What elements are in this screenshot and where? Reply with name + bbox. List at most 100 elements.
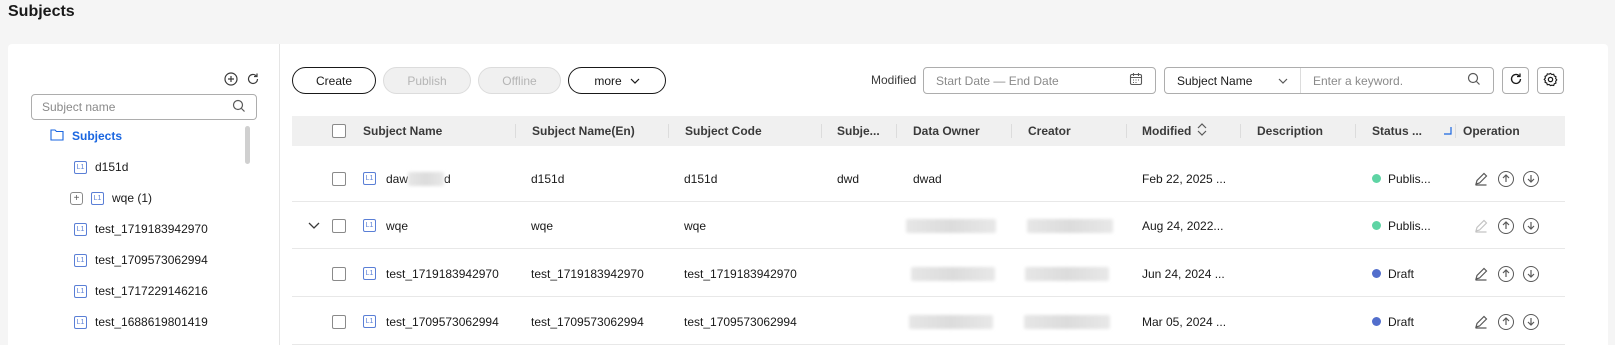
cell-name-en: d151d xyxy=(531,171,565,186)
search-icon[interactable] xyxy=(232,99,246,116)
keyword-input-wrap xyxy=(1301,72,1493,89)
tree-node[interactable]: L1 test_1717229146216 xyxy=(74,281,208,301)
redacted-text xyxy=(911,266,995,281)
row-expand-toggle[interactable] xyxy=(308,202,320,249)
tree-node-label: test_1688619801419 xyxy=(95,315,208,329)
status-text: Publis... xyxy=(1388,171,1431,186)
plus-circle-icon[interactable] xyxy=(224,72,238,86)
tree-node[interactable]: + L1 wqe (1) xyxy=(70,188,152,208)
tree-search-box[interactable] xyxy=(31,94,257,120)
name-head: daw xyxy=(386,171,409,186)
offline-button[interactable]: Offline xyxy=(478,67,561,94)
name-text: test_1719183942970 xyxy=(386,266,499,281)
date-range-placeholder: Start Date — End Date xyxy=(936,73,1059,88)
column-separator xyxy=(1355,124,1356,138)
table-header: Subject Name Subject Name(En) Subject Co… xyxy=(292,116,1565,146)
name-text: test_1709573062994 xyxy=(386,314,499,329)
tree-node[interactable]: L1 test_1688619801419 xyxy=(74,312,208,332)
table-row[interactable]: L1 test_1719183942970 test_1719183942970… xyxy=(292,250,1565,297)
row-checkbox[interactable] xyxy=(332,155,346,202)
status-dot xyxy=(1372,221,1381,230)
search-field-select[interactable]: Subject Name xyxy=(1165,68,1301,93)
column-separator xyxy=(668,124,669,138)
cell-owner: dwad xyxy=(913,171,942,186)
refresh-button[interactable] xyxy=(1502,67,1529,94)
col-status[interactable]: Status ... xyxy=(1372,116,1452,146)
tree-node[interactable]: L1 test_1709573062994 xyxy=(74,250,208,270)
name-text: daw d xyxy=(386,171,451,186)
search-icon[interactable] xyxy=(1467,72,1481,89)
table-row[interactable]: L1 daw d d151d d151d dwd dwad Feb 22, 20… xyxy=(292,155,1565,202)
row-operations xyxy=(1473,202,1539,249)
col-description[interactable]: Description xyxy=(1257,116,1323,146)
edit-icon[interactable] xyxy=(1473,218,1489,234)
redacted-text xyxy=(909,314,993,329)
offline-icon[interactable] xyxy=(1523,217,1539,234)
tree-node-label: test_1717229146216 xyxy=(95,284,208,298)
select-all-checkbox[interactable] xyxy=(332,116,346,146)
tree-scrollbar[interactable] xyxy=(245,126,250,164)
main-panel: Subjects L1 d151d + L1 wqe (1) L1 test_1… xyxy=(8,44,1608,345)
row-checkbox[interactable] xyxy=(332,250,346,297)
col-subject-name[interactable]: Subject Name xyxy=(363,116,442,146)
cell-owner xyxy=(909,298,993,345)
search-field-value: Subject Name xyxy=(1177,73,1253,88)
column-separator xyxy=(821,124,822,138)
offline-icon[interactable] xyxy=(1523,170,1539,187)
col-modified-label: Modified xyxy=(1142,124,1192,138)
table-row[interactable]: L1 wqe wqe wqe Aug 24, 2022... Publis... xyxy=(292,202,1565,249)
publish-icon[interactable] xyxy=(1498,265,1514,282)
tree-root-subjects[interactable]: Subjects xyxy=(50,126,122,146)
filter-icon[interactable] xyxy=(1443,124,1452,138)
settings-button[interactable] xyxy=(1537,67,1564,94)
more-button[interactable]: more xyxy=(568,67,666,94)
row-checkbox[interactable] xyxy=(332,298,346,345)
publish-icon[interactable] xyxy=(1498,313,1514,330)
edit-icon[interactable] xyxy=(1473,266,1489,282)
sort-icon[interactable] xyxy=(1197,123,1207,139)
col-subject-name-en[interactable]: Subject Name(En) xyxy=(532,116,635,146)
redacted-text xyxy=(1027,218,1113,233)
col-subject-code[interactable]: Subject Code xyxy=(685,116,762,146)
tree-node-label: wqe (1) xyxy=(112,191,153,205)
tree-node[interactable]: L1 d151d xyxy=(74,157,128,177)
cell-status: Draft xyxy=(1372,250,1414,297)
level-icon: L1 xyxy=(363,219,376,232)
row-checkbox[interactable] xyxy=(332,202,346,249)
col-creator[interactable]: Creator xyxy=(1028,116,1071,146)
modified-filter-label: Modified xyxy=(871,73,917,87)
cell-name: L1 wqe xyxy=(363,202,408,249)
folder-icon xyxy=(50,128,64,144)
cell-status: Draft xyxy=(1372,298,1414,345)
tree-node[interactable]: L1 test_1719183942970 xyxy=(74,219,208,239)
offline-icon[interactable] xyxy=(1523,265,1539,282)
publish-icon[interactable] xyxy=(1498,170,1514,187)
refresh-icon[interactable] xyxy=(246,72,260,86)
publish-icon[interactable] xyxy=(1498,217,1514,234)
cell-code: wqe xyxy=(684,218,707,233)
date-range-picker[interactable]: Start Date — End Date xyxy=(923,67,1156,94)
offline-icon[interactable] xyxy=(1523,313,1539,330)
publish-button[interactable]: Publish xyxy=(383,67,471,94)
chevron-down-icon xyxy=(308,219,320,233)
tree-node-label: test_1719183942970 xyxy=(95,222,208,236)
col-modified[interactable]: Modified xyxy=(1142,116,1207,146)
edit-icon[interactable] xyxy=(1473,171,1489,187)
edit-icon[interactable] xyxy=(1473,314,1489,330)
create-button[interactable]: Create xyxy=(292,67,376,94)
subject-tree-panel: Subjects L1 d151d + L1 wqe (1) L1 test_1… xyxy=(8,44,280,345)
row-operations xyxy=(1473,250,1539,297)
calendar-icon[interactable] xyxy=(1129,72,1143,89)
column-separator xyxy=(896,124,897,138)
status-text: Publis... xyxy=(1388,218,1431,233)
col-data-owner[interactable]: Data Owner xyxy=(913,116,980,146)
cell-name-en: test_1719183942970 xyxy=(531,266,644,281)
col-status-label: Status ... xyxy=(1372,124,1423,138)
tree-tools xyxy=(224,72,260,86)
table-row[interactable]: L1 test_1709573062994 test_1709573062994… xyxy=(292,298,1565,345)
col-subject[interactable]: Subje... xyxy=(837,116,880,146)
cell-code: test_1709573062994 xyxy=(684,314,797,329)
expand-icon[interactable]: + xyxy=(70,191,83,205)
tree-search-input[interactable] xyxy=(42,100,232,114)
keyword-input[interactable] xyxy=(1313,73,1467,88)
